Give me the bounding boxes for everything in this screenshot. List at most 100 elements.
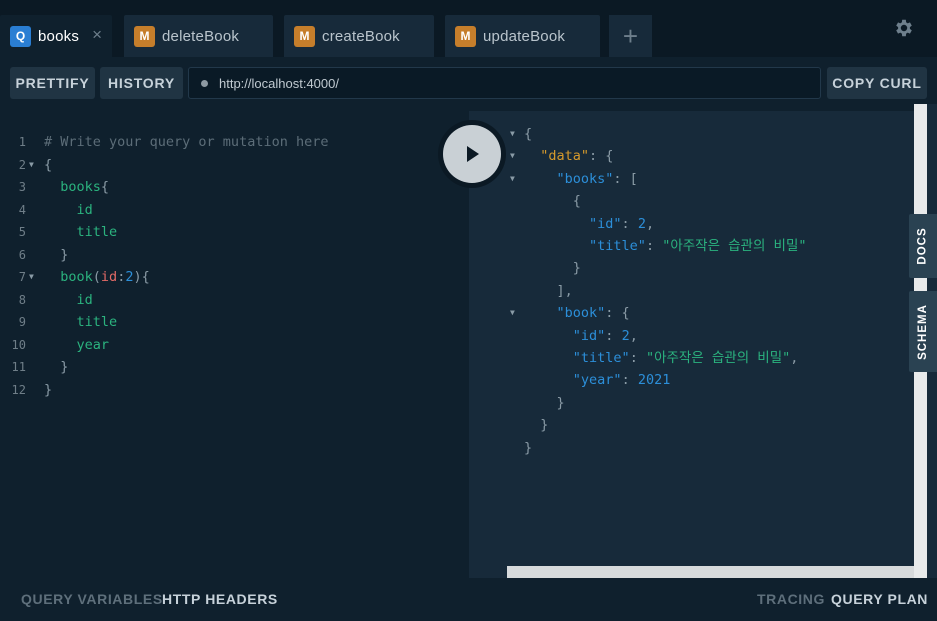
query-editor[interactable]: 1 # Write your query or mutation here 2 ▼{3… bbox=[0, 111, 469, 578]
json-token: "id" bbox=[572, 327, 606, 344]
code-text: book(id:2){ bbox=[44, 266, 150, 288]
json-text: { bbox=[524, 190, 581, 212]
json-text: "id": 2, bbox=[524, 213, 654, 235]
code-text: title bbox=[44, 221, 118, 243]
json-token: } bbox=[524, 394, 565, 411]
json-token: { bbox=[524, 193, 581, 210]
json-token: "book" bbox=[556, 305, 606, 322]
fold-arrow-icon[interactable]: ▼ bbox=[510, 168, 515, 190]
json-token: 2 bbox=[621, 327, 630, 344]
result-viewer: ▼{▼ "data": {▼ "books": [ { "id": 2, "ti… bbox=[469, 111, 914, 578]
json-token: : bbox=[621, 372, 638, 389]
code-token: books bbox=[44, 179, 101, 195]
code-token: id bbox=[44, 291, 93, 308]
code-token: { bbox=[100, 179, 110, 195]
code-text: id bbox=[44, 199, 93, 221]
json-text: ], bbox=[524, 280, 573, 302]
editor-line: 10 year bbox=[0, 334, 460, 356]
fold-arrow-icon[interactable]: ▼ bbox=[510, 123, 515, 145]
result-horizontal-scrollbar[interactable] bbox=[507, 566, 914, 578]
json-token: } bbox=[524, 439, 533, 456]
fold-arrow-icon[interactable]: ▼ bbox=[510, 145, 515, 167]
history-button[interactable]: HISTORY bbox=[100, 67, 183, 99]
editor-line: 5 title bbox=[0, 221, 460, 243]
endpoint-url-input[interactable]: http://localhost:4000/ bbox=[188, 67, 821, 99]
tab-bar: Q books × M deleteBook M createBook M up… bbox=[0, 0, 937, 57]
result-line: ▼ "data": { bbox=[469, 145, 909, 167]
play-icon bbox=[443, 125, 501, 183]
code-text: title bbox=[44, 311, 118, 333]
execute-query-button[interactable] bbox=[438, 120, 506, 188]
fold-arrow-icon[interactable]: ▼ bbox=[29, 266, 34, 288]
line-number: 4 bbox=[18, 202, 26, 217]
line-number: 5 bbox=[18, 225, 26, 239]
line-number: 7 bbox=[18, 270, 26, 284]
json-token: "아주작은 습관의 비밀" bbox=[645, 350, 791, 366]
fold-arrow-icon[interactable]: ▼ bbox=[510, 302, 515, 324]
code-token: ){ bbox=[133, 269, 150, 285]
json-token: "year" bbox=[572, 372, 622, 389]
code-token: } bbox=[44, 246, 69, 263]
json-token: : bbox=[645, 238, 663, 254]
code-text: } bbox=[44, 356, 68, 378]
json-text: "data": { bbox=[524, 145, 613, 167]
code-token: # Write your query or mutation here bbox=[44, 134, 329, 150]
json-text: } bbox=[524, 392, 565, 414]
code-text: } bbox=[44, 244, 68, 266]
json-token: 2 bbox=[637, 215, 646, 232]
line-number: 2 bbox=[18, 157, 26, 172]
result-line: ▼ "books": [ bbox=[469, 168, 909, 190]
tab-updatebook[interactable]: M updateBook bbox=[445, 15, 600, 57]
json-token: : { bbox=[589, 148, 614, 165]
docs-tab[interactable]: DOCS bbox=[909, 214, 937, 278]
json-token: "id" bbox=[589, 215, 622, 232]
query-badge: Q bbox=[10, 25, 31, 47]
gear-icon[interactable] bbox=[893, 17, 915, 39]
editor-line: 6 } bbox=[0, 244, 460, 266]
result-line: } bbox=[469, 257, 909, 279]
code-text: { bbox=[44, 154, 52, 176]
json-text: } bbox=[524, 257, 581, 279]
endpoint-url: http://localhost:4000/ bbox=[219, 75, 339, 91]
json-token: 2021 bbox=[637, 372, 671, 389]
tracing-tab[interactable]: TRACING bbox=[757, 591, 825, 607]
result-line: "id": 2, bbox=[469, 325, 909, 347]
editor-line: 11 } bbox=[0, 356, 460, 378]
json-token: { bbox=[524, 126, 533, 142]
schema-tab[interactable]: SCHEMA bbox=[909, 291, 937, 372]
tab-createbook[interactable]: M createBook bbox=[284, 15, 434, 57]
add-tab-button[interactable]: + bbox=[609, 15, 652, 57]
line-number: 12 bbox=[11, 382, 26, 397]
editor-line: 4 id bbox=[0, 199, 460, 221]
bottom-bar: QUERY VARIABLES HTTP HEADERS TRACING QUE… bbox=[0, 578, 937, 621]
query-plan-tab[interactable]: QUERY PLAN bbox=[831, 591, 928, 607]
result-line: "id": 2, bbox=[469, 213, 909, 235]
json-token: , bbox=[645, 215, 655, 232]
schema-tab-label: SCHEMA bbox=[917, 303, 929, 360]
query-variables-tab[interactable]: QUERY VARIABLES bbox=[21, 591, 163, 607]
tab-books[interactable]: Q books × bbox=[0, 15, 112, 57]
tab-label: updateBook bbox=[483, 27, 566, 45]
json-token: } bbox=[524, 260, 581, 277]
line-number: 11 bbox=[11, 360, 26, 374]
json-text: "book": { bbox=[524, 302, 630, 324]
copy-curl-button[interactable]: COPY CURL bbox=[827, 67, 927, 99]
line-number: 10 bbox=[11, 337, 26, 352]
code-token: } bbox=[44, 359, 69, 375]
result-line: ▼{ bbox=[469, 123, 909, 145]
json-token: "data" bbox=[540, 148, 590, 165]
tab-deletebook[interactable]: M deleteBook bbox=[124, 15, 273, 57]
fold-arrow-icon[interactable]: ▼ bbox=[29, 154, 34, 176]
line-number: 8 bbox=[18, 292, 26, 307]
tab-label: createBook bbox=[322, 27, 400, 45]
mutation-badge: M bbox=[134, 25, 155, 47]
result-line: ▼ "book": { bbox=[469, 302, 909, 324]
close-icon[interactable]: × bbox=[92, 26, 102, 44]
code-text: } bbox=[44, 379, 52, 401]
prettify-button[interactable]: PRETTIFY bbox=[10, 67, 95, 99]
http-headers-tab[interactable]: HTTP HEADERS bbox=[162, 591, 278, 607]
